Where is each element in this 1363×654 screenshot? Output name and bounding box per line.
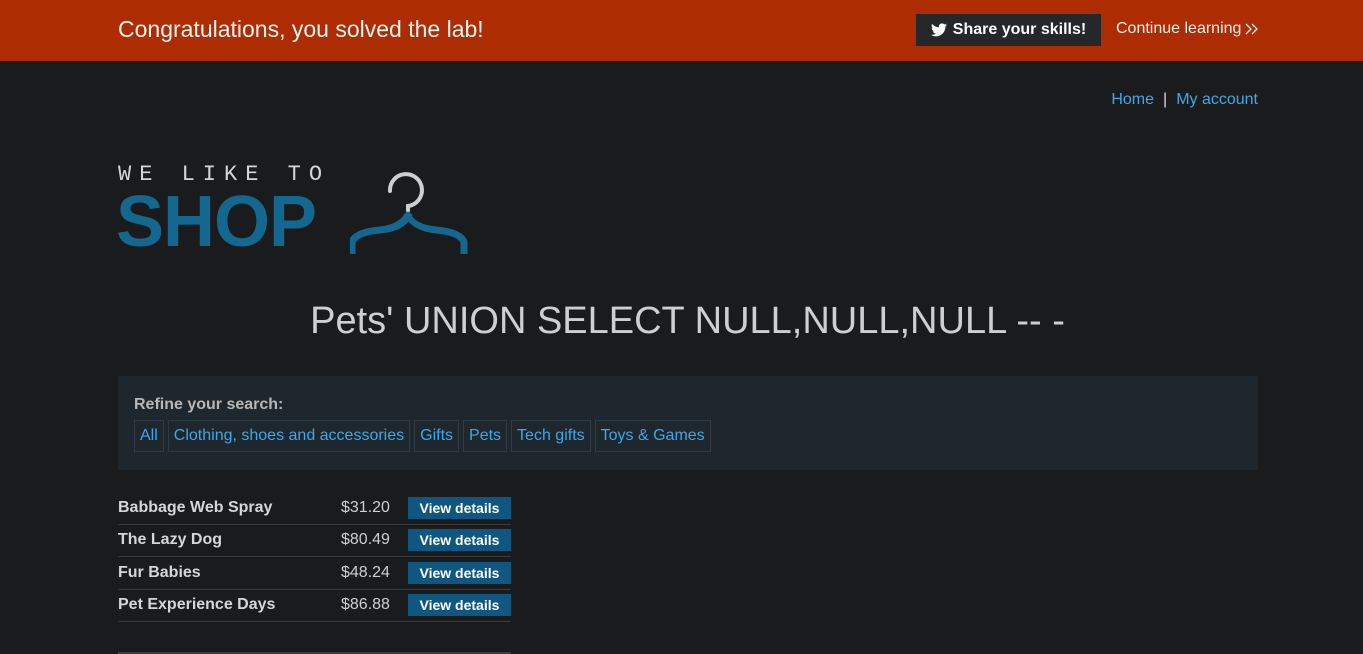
nav-home-link[interactable]: Home (1111, 91, 1154, 108)
filter-gifts[interactable]: Gifts (414, 420, 460, 452)
banner-message: Congratulations, you solved the lab! (118, 16, 484, 42)
filter-pets[interactable]: Pets (463, 420, 508, 452)
product-name: Fur Babies (118, 563, 201, 581)
product-price: $48.24 (341, 563, 390, 581)
continue-learning-link[interactable]: Continue learning (1116, 20, 1259, 38)
product-name: Babbage Web Spray (118, 498, 273, 516)
product-row: Fur Babies $48.24 View details (118, 557, 511, 590)
twitter-bird-icon (930, 23, 947, 37)
product-row: Babbage Web Spray $31.20 View details (118, 492, 511, 525)
lab-solved-banner: Congratulations, you solved the lab! Sha… (0, 0, 1363, 61)
filter-clothing[interactable]: Clothing, shoes and accessories (167, 420, 411, 452)
view-details-button[interactable]: View details (407, 529, 511, 552)
product-row: Pet Experience Days $86.88 View details (118, 590, 511, 622)
view-details-button[interactable]: View details (407, 561, 511, 584)
product-name: Pet Experience Days (118, 596, 276, 614)
category-filters: All Clothing, shoes and accessories Gift… (134, 420, 711, 452)
product-list: Babbage Web Spray $31.20 View details Th… (118, 492, 511, 622)
continue-learning-label: Continue learning (1116, 20, 1242, 37)
product-price: $31.20 (341, 498, 390, 516)
logo-wordmark: SHOP (116, 182, 317, 262)
share-skills-button[interactable]: Share your skills! (916, 14, 1101, 46)
filter-all[interactable]: All (134, 420, 164, 452)
nav-separator: | (1163, 91, 1168, 108)
shop-logo[interactable]: WE LIKE TO SHOP (116, 158, 478, 262)
product-price: $80.49 (341, 531, 390, 549)
page-title: Pets' UNION SELECT NULL,NULL,NULL -- - (310, 300, 1065, 342)
view-details-button[interactable]: View details (407, 496, 511, 519)
product-row: The Lazy Dog $80.49 View details (118, 525, 511, 557)
filter-toys-games[interactable]: Toys & Games (594, 420, 711, 452)
hanger-icon (350, 172, 468, 254)
share-skills-label: Share your skills! (952, 21, 1087, 38)
filter-tech-gifts[interactable]: Tech gifts (511, 420, 591, 452)
product-price: $86.88 (341, 596, 390, 614)
top-nav: Home | My account (1111, 91, 1258, 109)
refine-label: Refine your search: (134, 396, 284, 413)
refine-search-panel: Refine your search: All Clothing, shoes … (118, 376, 1258, 470)
double-chevron-right-icon (1245, 23, 1259, 35)
view-details-button[interactable]: View details (407, 594, 511, 617)
nav-my-account-link[interactable]: My account (1176, 91, 1258, 108)
product-name: The Lazy Dog (118, 531, 223, 549)
